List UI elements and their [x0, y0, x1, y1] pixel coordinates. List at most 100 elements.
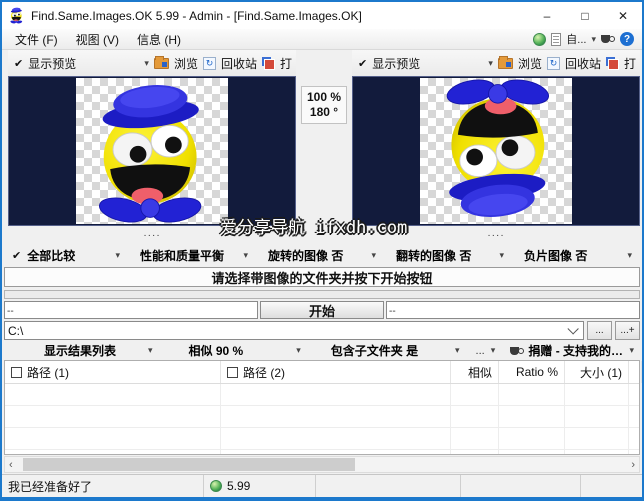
check-icon[interactable]: ✔ [14, 57, 23, 70]
menu-info[interactable]: 信息 (H) [128, 31, 190, 48]
folder-icon[interactable] [154, 58, 169, 69]
recycle-button-left[interactable]: 回收站 [221, 55, 257, 72]
column-header-size[interactable]: 大小 (1) [565, 361, 629, 383]
quality-dropdown[interactable]: 性能和质量平衡 ▾ [130, 247, 258, 264]
results-table-body[interactable] [5, 384, 639, 454]
show-preview-label-left[interactable]: 显示预览 [28, 55, 76, 72]
menu-bar: 文件 (F) 视图 (V) 信息 (H) 自... ▾ ? [2, 29, 642, 50]
combo-arrow-icon[interactable] [567, 323, 578, 334]
scroll-left-arrow-icon[interactable]: ‹ [9, 459, 13, 471]
results-table-header: 路径 (1) 路径 (2) 相似 Ratio % 大小 (1) [5, 361, 639, 384]
chevron-down-icon: ▾ [627, 251, 632, 260]
open-button-left[interactable]: 打 [280, 55, 292, 72]
horizontal-scrollbar[interactable]: ‹ › [4, 456, 640, 473]
show-results-dropdown[interactable]: 显示结果列表 ▾ [2, 342, 161, 359]
chevron-down-icon: ▾ [371, 251, 376, 260]
chevron-down-icon: ▾ [296, 346, 301, 355]
select-all-checkbox-2[interactable] [227, 367, 238, 378]
status-empty-section-1 [316, 475, 461, 497]
chevron-down-icon: ▾ [243, 251, 248, 260]
version-orb-icon [210, 480, 222, 492]
document-icon[interactable] [551, 33, 561, 46]
column-header-similar[interactable]: 相似 [451, 361, 499, 383]
open-button-right[interactable]: 打 [624, 55, 636, 72]
browse-button-right[interactable]: 浏览 [518, 55, 542, 72]
app-window: Find.Same.Images.OK 5.99 - Admin - [Find… [0, 0, 644, 501]
donate-cup-icon [510, 345, 523, 357]
folder-icon[interactable] [498, 58, 513, 69]
chevron-down-icon[interactable]: ▾ [144, 59, 149, 68]
right-preview-image [420, 78, 572, 224]
right-preview-area[interactable] [352, 76, 640, 226]
status-ready-text: 我已经准备好了 [8, 478, 92, 495]
compare-all-dropdown[interactable]: ✔ 全部比较 ▾ [2, 247, 130, 264]
scroll-right-arrow-icon[interactable]: › [631, 459, 635, 471]
path-row: C:\ ... ...+ [4, 321, 640, 340]
select-all-checkbox-1[interactable] [11, 367, 22, 378]
donate-cup-icon[interactable] [601, 33, 615, 45]
left-status-field: -- [4, 301, 258, 319]
donate-dropdown[interactable]: 捐赠 - 支持我的工... ▾ [502, 342, 642, 359]
recycle-bin-icon[interactable]: ↻ [203, 57, 216, 70]
status-empty-section-3 [581, 475, 642, 497]
path1-column-label: 路径 (1) [27, 364, 69, 381]
help-icon[interactable]: ? [620, 32, 634, 46]
left-preview-area[interactable] [8, 76, 296, 226]
check-icon: ✔ [12, 249, 21, 262]
globe-icon[interactable] [533, 33, 546, 46]
flipped-images-label: 翻转的图像 否 [396, 247, 471, 264]
column-header-path1[interactable]: 路径 (1) [5, 361, 221, 383]
close-button[interactable]: ✕ [604, 2, 642, 29]
instruction-message: 请选择带图像的文件夹并按下开始按钮 [4, 267, 640, 287]
flipped-images-dropdown[interactable]: 翻转的图像 否 ▾ [386, 247, 514, 264]
version-text: 5.99 [227, 479, 250, 493]
zoom-rotation-box[interactable]: 100 % 180 ° [301, 86, 347, 124]
rotation-value: 180 ° [302, 105, 346, 120]
title-bar: Find.Same.Images.OK 5.99 - Admin - [Find… [2, 2, 642, 29]
quality-label: 性能和质量平衡 [140, 247, 224, 264]
minimize-button[interactable]: – [528, 2, 566, 29]
window-controls: – □ ✕ [528, 2, 642, 29]
column-header-ratio[interactable]: Ratio % [499, 361, 565, 383]
recycle-bin-icon[interactable]: ↻ [547, 57, 560, 70]
rotated-images-dropdown[interactable]: 旋转的图像 否 ▾ [258, 247, 386, 264]
similarity-dropdown[interactable]: 相似 90 % ▾ [161, 342, 309, 359]
check-icon[interactable]: ✔ [358, 57, 367, 70]
path2-column-label: 路径 (2) [243, 364, 285, 381]
open-icon[interactable] [262, 57, 275, 70]
open-icon[interactable] [606, 57, 619, 70]
zoom-value: 100 % [302, 90, 346, 105]
chevron-down-icon[interactable]: ▾ [488, 59, 493, 68]
status-empty-section-2 [461, 475, 581, 497]
watermark-text: 爱分享导航 ifxdh.com [220, 213, 407, 238]
start-button[interactable]: 开始 [260, 301, 384, 319]
chevron-down-icon: ▾ [455, 346, 460, 355]
recycle-button-right[interactable]: 回收站 [565, 55, 601, 72]
similarity-label: 相似 90 % [189, 342, 244, 359]
browse-folder-button[interactable]: ... [587, 321, 612, 340]
result-options-row: 显示结果列表 ▾ 相似 90 % ▾ 包含子文件夹 是 ▾ ... ▾ 捐赠 -… [2, 341, 642, 360]
folder-path-combobox[interactable]: C:\ [4, 321, 584, 340]
menu-view[interactable]: 视图 (V) [67, 31, 128, 48]
maximize-button[interactable]: □ [566, 2, 604, 29]
menu-right-tools: 自... ▾ ? [533, 31, 642, 47]
menu-file[interactable]: 文件 (F) [6, 31, 67, 48]
chevron-down-icon: ▾ [491, 346, 496, 355]
scrollbar-thumb[interactable] [23, 458, 355, 471]
right-status-field: -- [386, 301, 640, 319]
smiley-image-right-rotated [422, 79, 570, 223]
column-header-path2[interactable]: 路径 (2) [221, 361, 451, 383]
chevron-down-icon: ▾ [499, 251, 504, 260]
auto-menu-label[interactable]: 自... [566, 31, 586, 47]
show-results-label: 显示结果列表 [44, 342, 116, 359]
chevron-down-icon: ▾ [115, 251, 120, 260]
negative-images-dropdown[interactable]: 负片图像 否 ▾ [514, 247, 642, 264]
app-icon [8, 7, 25, 24]
show-preview-label-right[interactable]: 显示预览 [372, 55, 420, 72]
subfolders-dropdown[interactable]: 包含子文件夹 是 ▾ [309, 342, 468, 359]
browse-button-left[interactable]: 浏览 [174, 55, 198, 72]
more-options-label: ... [476, 345, 485, 357]
chevron-down-icon[interactable]: ▾ [591, 35, 596, 44]
more-options-dropdown[interactable]: ... ▾ [468, 345, 502, 357]
add-folder-button[interactable]: ...+ [615, 321, 640, 340]
